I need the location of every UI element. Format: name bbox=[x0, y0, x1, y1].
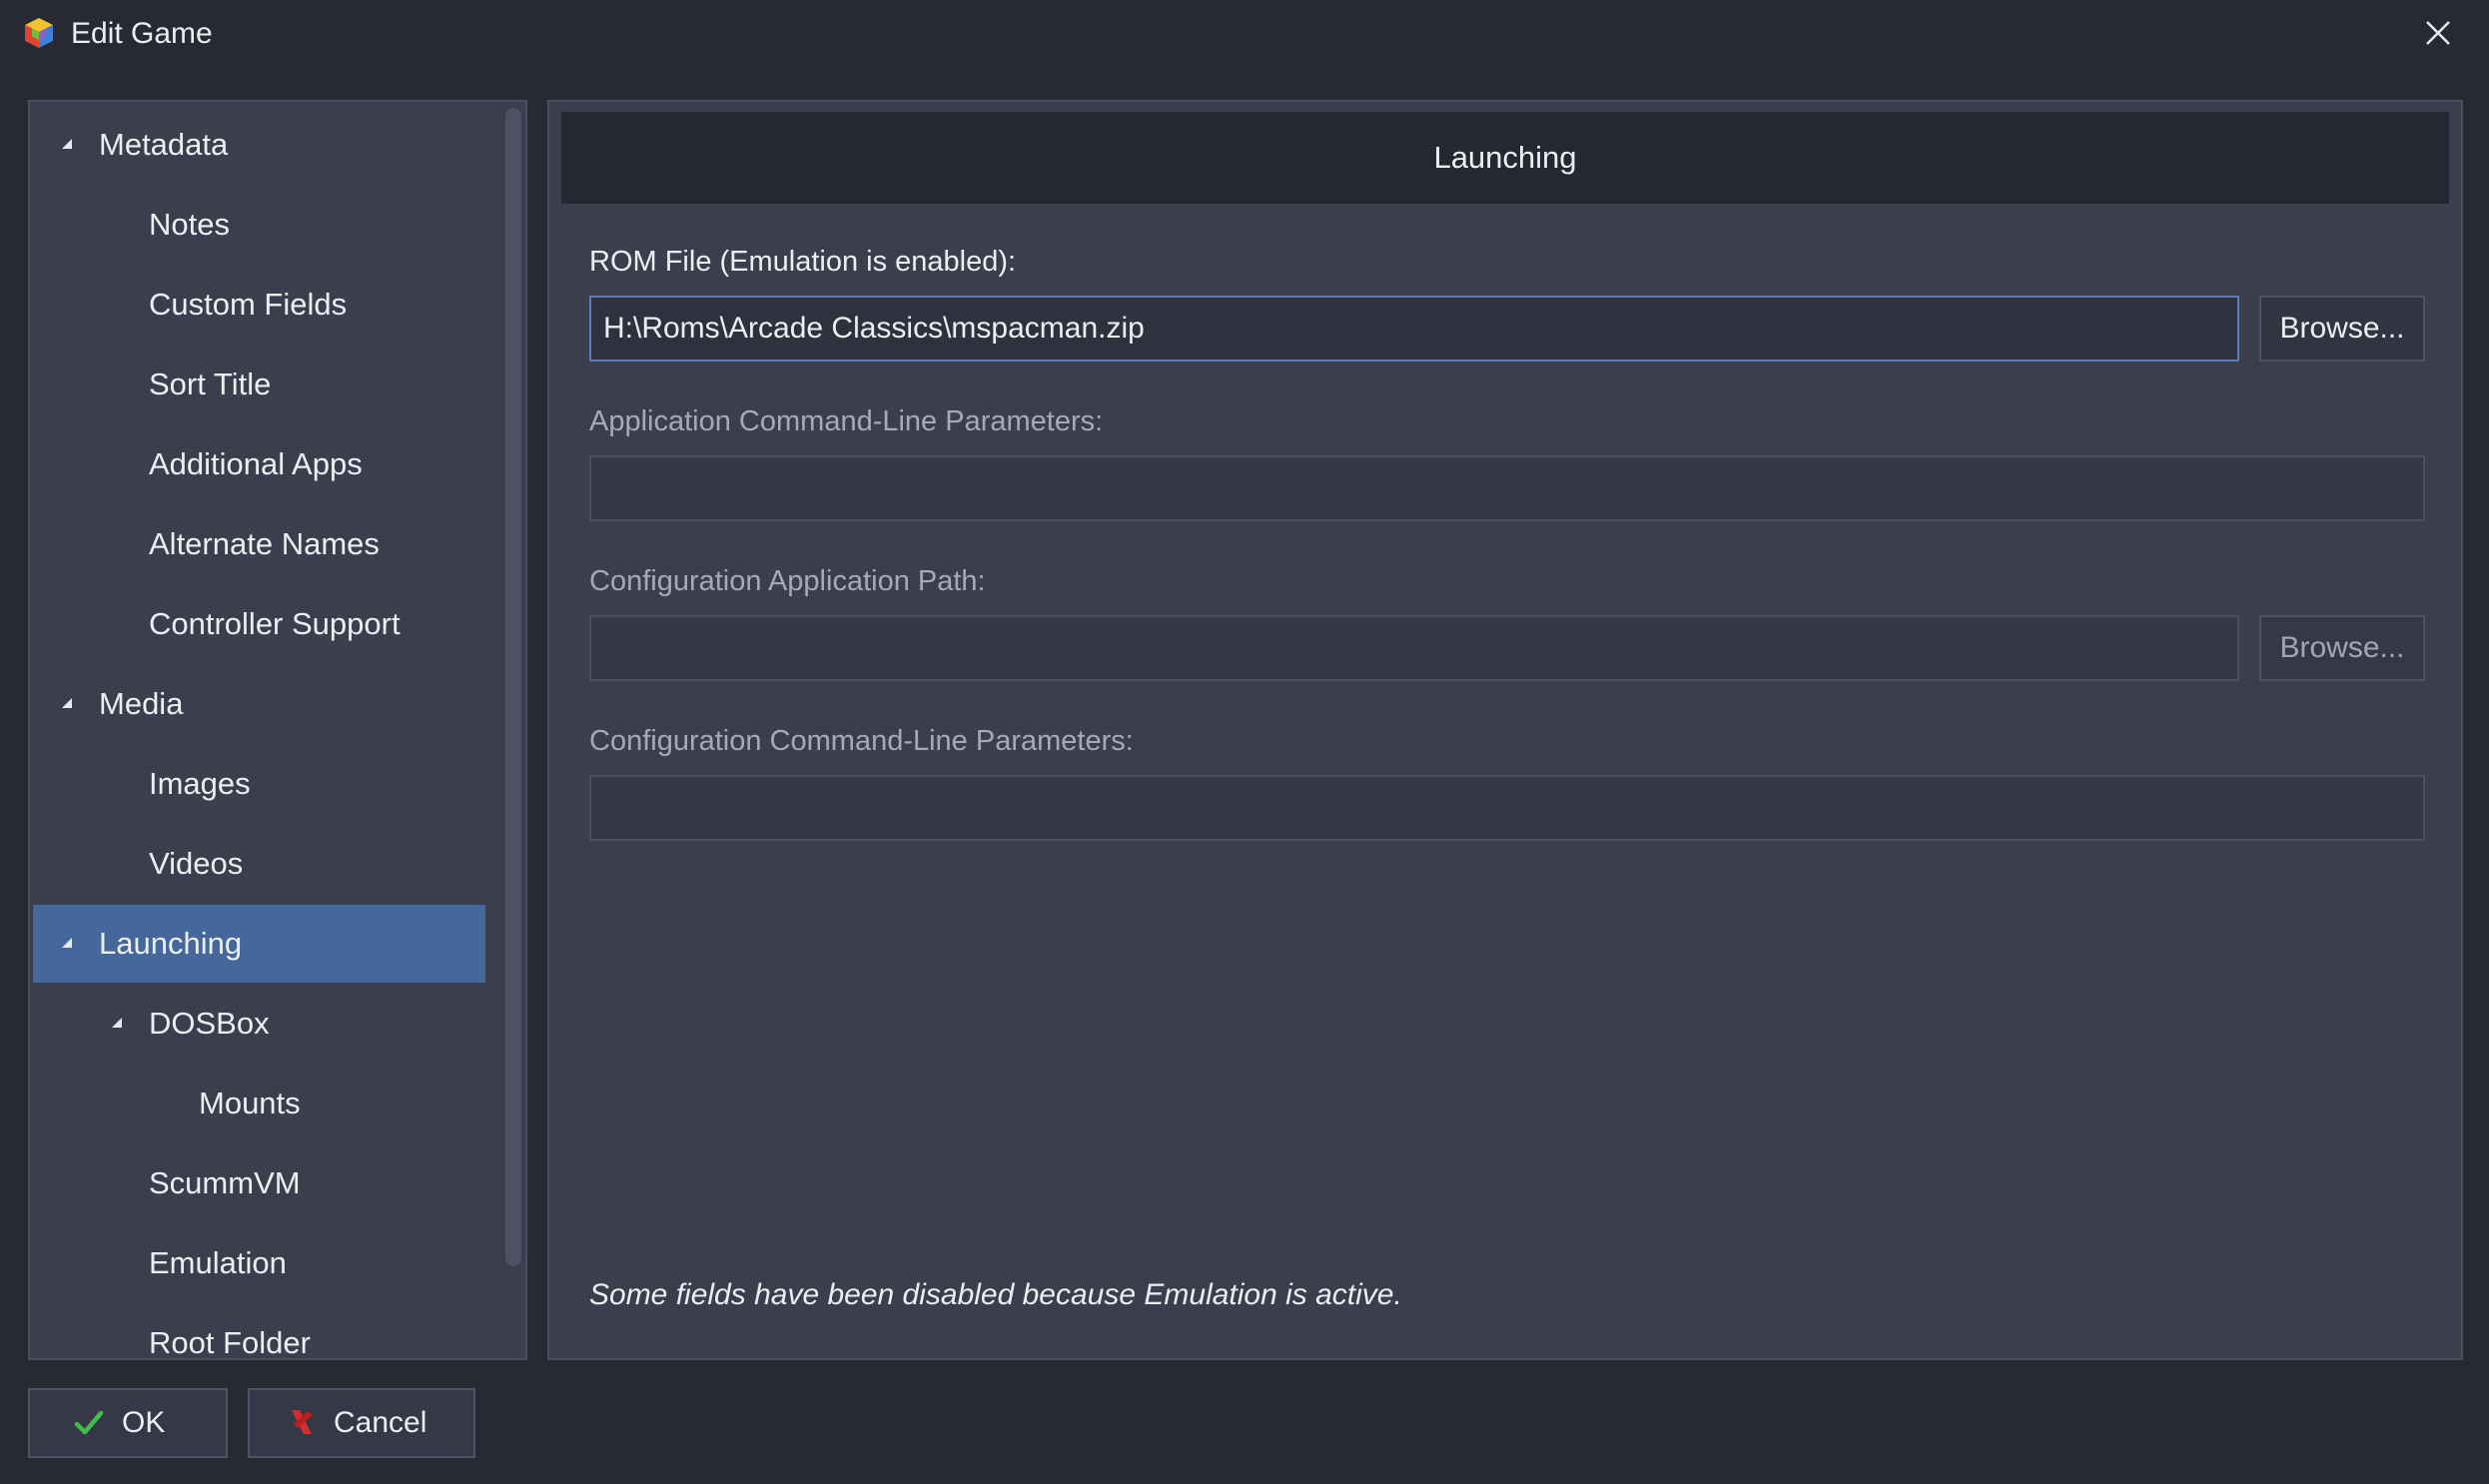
expanded-triangle-icon[interactable] bbox=[61, 697, 73, 709]
tree-item-label: DOSBox bbox=[149, 1006, 270, 1041]
tree-item-additional-apps[interactable]: Additional Apps bbox=[33, 425, 485, 503]
launching-panel: Launching ROM File (Emulation is enabled… bbox=[547, 100, 2463, 1360]
config-params-label: Configuration Command-Line Parameters: bbox=[589, 725, 1134, 757]
config-browse-button[interactable]: Browse... bbox=[2259, 615, 2425, 681]
app-params-input[interactable] bbox=[589, 455, 2425, 521]
section-tree: Metadata Notes Custom Fields Sort Title … bbox=[28, 100, 527, 1360]
tree-item-label: Alternate Names bbox=[149, 526, 380, 561]
tree-item-emulation[interactable]: Emulation bbox=[33, 1224, 485, 1302]
tree-item-label: Images bbox=[149, 766, 251, 801]
tree-item-media[interactable]: Media bbox=[33, 665, 485, 743]
tree-item-alternate-names[interactable]: Alternate Names bbox=[33, 505, 485, 583]
tree-item-label: Root Folder bbox=[149, 1325, 311, 1360]
tree-item-controller-support[interactable]: Controller Support bbox=[33, 585, 485, 663]
rom-browse-button[interactable]: Browse... bbox=[2259, 296, 2425, 362]
expanded-triangle-icon[interactable] bbox=[111, 1017, 123, 1029]
tree-item-label: Emulation bbox=[149, 1245, 287, 1280]
tree-item-label: Launching bbox=[99, 926, 243, 961]
expanded-triangle-icon[interactable] bbox=[61, 937, 73, 949]
ok-button[interactable]: OK bbox=[28, 1388, 228, 1458]
window-title: Edit Game bbox=[71, 17, 213, 50]
tree-item-label: ScummVM bbox=[149, 1165, 301, 1200]
tree-item-notes[interactable]: Notes bbox=[33, 186, 485, 264]
rom-file-label: ROM File (Emulation is enabled): bbox=[589, 246, 1017, 278]
title-bar: Edit Game bbox=[0, 0, 2489, 68]
close-icon bbox=[2426, 21, 2450, 45]
tree-item-label: Notes bbox=[149, 207, 230, 242]
tree-item-label: Sort Title bbox=[149, 367, 272, 401]
app-params-label: Application Command-Line Parameters: bbox=[589, 405, 1104, 437]
config-app-path-label: Configuration Application Path: bbox=[589, 565, 986, 597]
tree-item-scummvm[interactable]: ScummVM bbox=[33, 1144, 485, 1222]
tree-item-label: Media bbox=[99, 686, 184, 721]
tree-item-label: Custom Fields bbox=[149, 287, 348, 322]
tree-item-label: Mounts bbox=[199, 1086, 301, 1120]
close-button[interactable] bbox=[2413, 10, 2463, 56]
red-x-icon bbox=[286, 1408, 316, 1438]
config-app-path-input[interactable] bbox=[589, 615, 2239, 681]
tree-item-label: Controller Support bbox=[149, 606, 401, 641]
checkmark-icon bbox=[74, 1408, 104, 1438]
tree-item-root-folder[interactable]: Root Folder bbox=[33, 1304, 485, 1360]
ok-label: OK bbox=[122, 1406, 166, 1439]
tree-item-images[interactable]: Images bbox=[33, 745, 485, 823]
cancel-button[interactable]: Cancel bbox=[248, 1388, 475, 1458]
tree-scrollbar[interactable] bbox=[505, 108, 521, 1266]
cancel-label: Cancel bbox=[334, 1406, 427, 1439]
tree-item-launching[interactable]: Launching bbox=[33, 905, 485, 983]
tree-item-videos[interactable]: Videos bbox=[33, 825, 485, 903]
tree-item-label: Additional Apps bbox=[149, 446, 363, 481]
launchbox-cube-icon bbox=[25, 18, 53, 48]
expanded-triangle-icon[interactable] bbox=[61, 138, 73, 150]
tree-item-metadata[interactable]: Metadata bbox=[33, 106, 485, 184]
panel-header: Launching bbox=[561, 112, 2449, 204]
config-params-input[interactable] bbox=[589, 775, 2425, 841]
tree-item-sort-title[interactable]: Sort Title bbox=[33, 346, 485, 423]
rom-file-input[interactable] bbox=[589, 296, 2239, 362]
tree-item-label: Videos bbox=[149, 846, 244, 881]
tree-item-mounts[interactable]: Mounts bbox=[33, 1065, 485, 1142]
tree-item-dosbox[interactable]: DOSBox bbox=[33, 985, 485, 1063]
tree-item-label: Metadata bbox=[99, 127, 229, 162]
disabled-fields-note: Some fields have been disabled because E… bbox=[589, 1278, 1402, 1311]
tree-item-custom-fields[interactable]: Custom Fields bbox=[33, 266, 485, 344]
